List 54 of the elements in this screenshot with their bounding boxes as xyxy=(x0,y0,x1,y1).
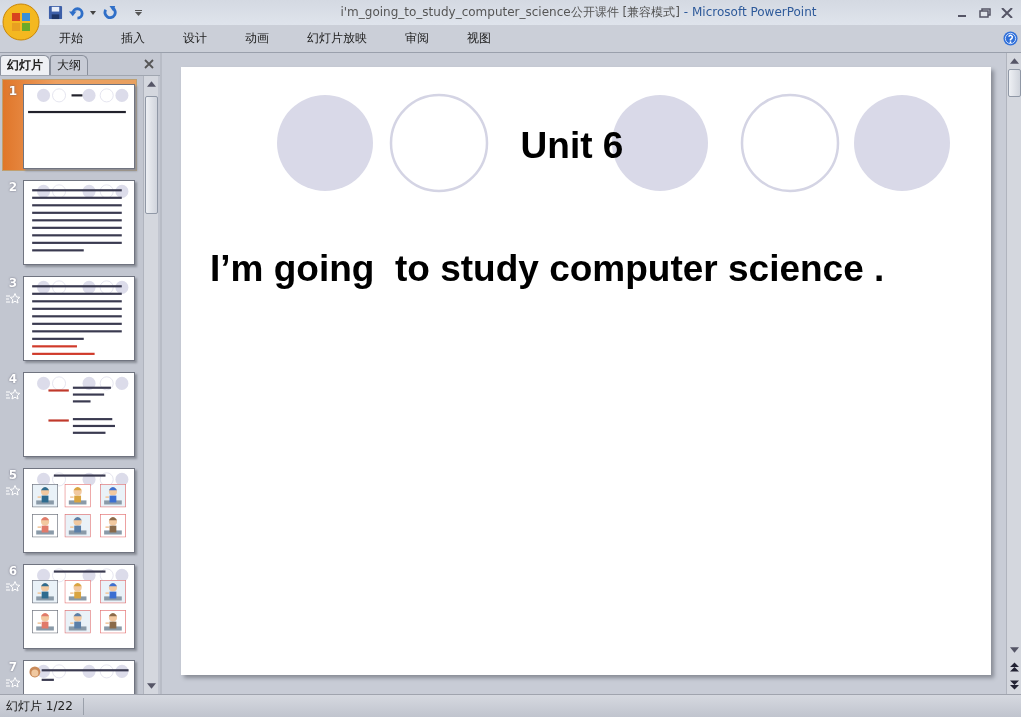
scroll-up-icon[interactable] xyxy=(146,81,156,87)
text-line xyxy=(53,474,106,477)
scroll-up-icon[interactable] xyxy=(1009,58,1019,64)
close-icon[interactable] xyxy=(1001,7,1013,18)
ribbon-tab[interactable]: 审阅 xyxy=(396,30,438,47)
slide-number: 1 xyxy=(8,84,18,98)
text-line xyxy=(48,419,69,422)
scrollbar-thumb[interactable] xyxy=(1007,69,1021,97)
text-line xyxy=(32,345,77,348)
text-line xyxy=(72,418,113,421)
face-icon xyxy=(29,666,41,678)
ribbon-tab[interactable]: 视图 xyxy=(458,30,500,47)
slide-number: 6 xyxy=(8,564,18,578)
text-line xyxy=(32,337,84,340)
customize-caret-icon[interactable] xyxy=(135,9,142,16)
text-line xyxy=(72,400,91,403)
pane-tab[interactable]: 大纲 xyxy=(50,55,88,75)
slide-number: 3 xyxy=(8,276,18,290)
slide-number: 4 xyxy=(8,372,18,386)
save-icon[interactable] xyxy=(48,5,63,20)
app-name: - Microsoft PowerPoint xyxy=(683,5,817,19)
slide-number: 2 xyxy=(8,180,18,194)
undo-icon[interactable] xyxy=(69,5,84,20)
text-line xyxy=(48,389,69,392)
slide-number: 5 xyxy=(8,468,18,482)
redo-icon[interactable] xyxy=(102,5,117,20)
ribbon-tab[interactable]: 开始 xyxy=(50,30,92,47)
ribbon-tab[interactable]: 动画 xyxy=(236,30,278,47)
slide-number: 7 xyxy=(8,660,18,674)
slide-title: Unit 6 xyxy=(519,125,625,167)
text-line xyxy=(72,386,111,389)
ribbon-tab[interactable]: 幻灯片放映 xyxy=(298,30,376,47)
text-line xyxy=(72,424,115,428)
scrollbar-thumb[interactable] xyxy=(144,96,158,214)
next-slide-icon[interactable] xyxy=(1009,680,1019,690)
text-line xyxy=(32,352,95,355)
ribbon-tab[interactable]: 插入 xyxy=(112,30,154,47)
restore-icon[interactable] xyxy=(979,7,991,18)
previous-slide-icon[interactable] xyxy=(1009,662,1019,672)
text-line xyxy=(72,393,105,396)
dropdown-caret-icon[interactable] xyxy=(90,10,96,15)
help-icon[interactable] xyxy=(1003,31,1018,46)
slide-counter: 幻灯片 1/22 xyxy=(0,697,84,715)
pane-tab[interactable]: 幻灯片 xyxy=(0,55,50,75)
text-line xyxy=(71,94,83,97)
ribbon-tab[interactable]: 设计 xyxy=(174,30,216,47)
scroll-down-icon[interactable] xyxy=(1009,647,1019,653)
text-line xyxy=(53,570,106,573)
scroll-down-icon[interactable] xyxy=(146,683,156,689)
window-title: i'm_going_to_study_computer_science公开课件 [兼容模式] xyxy=(340,5,680,19)
close-icon[interactable] xyxy=(144,59,154,69)
text-line xyxy=(32,249,84,252)
slide-text: I’m going to study computer science . xyxy=(210,248,885,290)
text-line xyxy=(72,431,106,434)
